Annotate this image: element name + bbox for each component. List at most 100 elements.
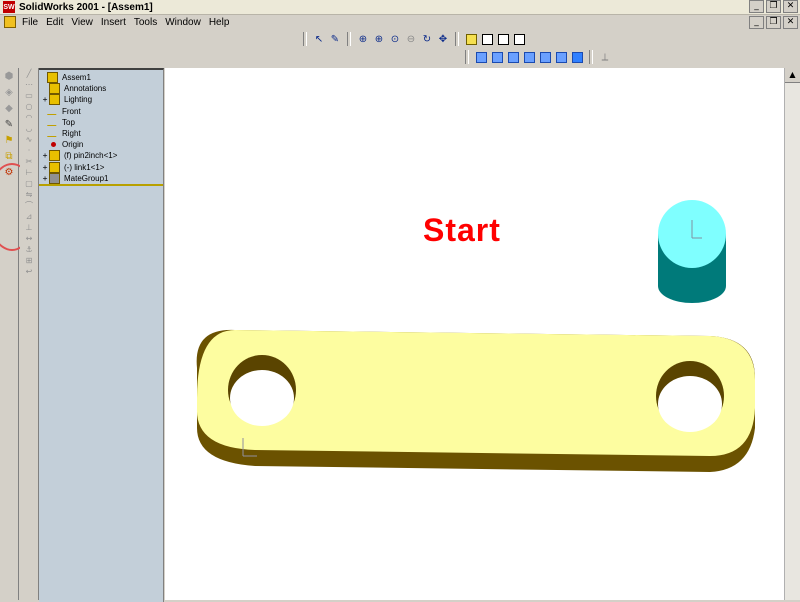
wireframe-cube-icon[interactable] xyxy=(480,32,494,46)
fix-icon[interactable]: ⚓ xyxy=(23,245,35,255)
graphics-area[interactable]: Start xyxy=(165,68,785,600)
tree-item[interactable]: Annotations xyxy=(39,83,163,95)
rollback-bar[interactable] xyxy=(39,184,163,186)
view-toolbar: ↖ ✎ ⊕ ⊕ ⊙ ⊖ ↻ ✥ xyxy=(300,31,526,47)
tree-item-label: (f) pin2inch<1> xyxy=(64,151,118,161)
back-view-icon[interactable] xyxy=(490,50,504,64)
trim-icon[interactable]: ✂ xyxy=(23,157,35,167)
toolbar-separator xyxy=(589,50,593,64)
close-button[interactable]: ✕ xyxy=(783,0,798,13)
tree-item[interactable]: + MateGroup1 xyxy=(39,172,163,184)
menu-view[interactable]: View xyxy=(71,17,93,28)
insert-component-icon[interactable]: ⚑ xyxy=(2,134,16,148)
zoom-prev-icon[interactable]: ⊖ xyxy=(404,32,418,46)
left-view-icon[interactable] xyxy=(506,50,520,64)
tree-expand-toggle[interactable]: + xyxy=(41,151,49,160)
fillet-icon[interactable]: ⌒ xyxy=(23,201,35,211)
tree-item[interactable]: Front xyxy=(39,106,163,117)
zoom-in-icon[interactable]: ⊕ xyxy=(372,32,386,46)
pan-icon[interactable]: ✥ xyxy=(436,32,450,46)
menu-edit[interactable]: Edit xyxy=(46,17,63,28)
tree-item-label: Top xyxy=(62,117,75,127)
tree-expand-toggle[interactable]: + xyxy=(41,174,49,183)
right-view-icon[interactable] xyxy=(522,50,536,64)
isometric-view-icon[interactable] xyxy=(570,50,584,64)
zoom-fit-icon[interactable]: ⊕ xyxy=(356,32,370,46)
scene-svg xyxy=(196,200,756,472)
menu-window[interactable]: Window xyxy=(165,17,201,28)
mate-icon[interactable]: ⧉ xyxy=(2,150,16,164)
grid-icon[interactable]: ⊞ xyxy=(23,256,35,266)
tree-expand-toggle[interactable]: + xyxy=(41,163,49,172)
doc-minimize-button[interactable]: _ xyxy=(749,16,764,29)
tree-item[interactable]: + (f) pin2inch<1> xyxy=(39,150,163,162)
normal-to-icon[interactable]: ⟂ xyxy=(598,50,612,64)
chamfer-icon[interactable]: ⊿ xyxy=(23,212,35,222)
left-hole-opening xyxy=(230,370,294,426)
select-icon[interactable]: ↖ xyxy=(312,32,326,46)
edit-part-icon[interactable]: ✎ xyxy=(2,118,16,132)
rotate-icon[interactable]: ↻ xyxy=(420,32,434,46)
features-toolbar: ⬢ ◈ ◆ ✎ ⚑ ⧉ ⚙ xyxy=(0,68,38,600)
cut-icon[interactable]: ◆ xyxy=(2,102,16,116)
vertical-scrollbar[interactable]: ▲ xyxy=(784,68,800,600)
spline-icon[interactable]: ∿ xyxy=(23,135,35,145)
tree-item-label: Origin xyxy=(62,140,84,150)
mirror-icon[interactable]: ⇋ xyxy=(23,190,35,200)
tree-expand-toggle[interactable]: + xyxy=(41,95,49,104)
point-icon[interactable]: · xyxy=(23,146,35,156)
toolbar-separator xyxy=(455,32,459,46)
tree-item-label: Lighting xyxy=(64,95,93,105)
start-caption: Start xyxy=(423,212,501,248)
toolbar-separator xyxy=(347,32,351,46)
dimension-icon[interactable]: ↔ xyxy=(23,234,35,244)
tree-item[interactable]: + Lighting xyxy=(39,94,163,106)
toolbar-separator xyxy=(303,32,307,46)
hidden-removed-cube-icon[interactable] xyxy=(512,32,526,46)
menu-file[interactable]: File xyxy=(22,17,38,28)
scroll-up-arrow-icon[interactable]: ▲ xyxy=(785,68,800,83)
tree-item-label: Annotations xyxy=(64,84,107,94)
line-icon[interactable]: ╱ xyxy=(23,69,35,79)
menu-help[interactable]: Help xyxy=(209,17,230,28)
shaded-cube-icon[interactable] xyxy=(464,32,478,46)
tree-item[interactable]: Right xyxy=(39,128,163,139)
tree-item-label: (-) link1<1> xyxy=(64,162,105,172)
tree-item[interactable]: Origin xyxy=(39,139,163,150)
tree-item[interactable]: + (-) link1<1> xyxy=(39,161,163,173)
feature-manager-tree: Assem1 Annotations + Lighting Front Top Right O… xyxy=(39,68,164,602)
arc-icon[interactable]: ◠ xyxy=(23,113,35,123)
tangent-arc-icon[interactable]: ◡ xyxy=(23,124,35,134)
bottom-view-icon[interactable] xyxy=(554,50,568,64)
extend-icon[interactable]: ⊢ xyxy=(23,168,35,178)
centerline-icon[interactable]: ⋯ xyxy=(23,80,35,90)
sketch-toolbar: ╱ ⋯ ▭ ○ ◠ ◡ ∿ · ✂ ⊢ ▢ ⇋ ⌒ ⊿ ⊥ ↔ ⚓ ⊞ ↩ xyxy=(20,68,39,600)
sketch-icon[interactable]: ✎ xyxy=(328,32,342,46)
doc-close-button[interactable]: ✕ xyxy=(783,16,798,29)
circle-icon[interactable]: ○ xyxy=(23,102,35,112)
part-icon xyxy=(49,150,60,162)
zoom-area-icon[interactable]: ⊙ xyxy=(388,32,402,46)
front-view-icon[interactable] xyxy=(474,50,488,64)
minimize-button[interactable]: _ xyxy=(749,0,764,13)
mategroup-icon xyxy=(49,172,60,184)
right-hole-opening xyxy=(658,376,722,432)
document-icon[interactable] xyxy=(4,16,16,28)
tree-item[interactable]: Top xyxy=(39,117,163,128)
menu-insert[interactable]: Insert xyxy=(101,17,126,28)
hidden-lines-cube-icon[interactable] xyxy=(496,32,510,46)
sketch-exit-icon[interactable]: ↩ xyxy=(23,267,35,277)
rectangle-icon[interactable]: ▭ xyxy=(23,91,35,101)
tree-item[interactable]: Assem1 xyxy=(39,72,163,84)
doc-restore-button[interactable]: ❐ xyxy=(766,16,781,29)
relations-icon[interactable]: ⊥ xyxy=(23,223,35,233)
revolve-icon[interactable]: ◈ xyxy=(2,86,16,100)
maximize-button[interactable]: ❐ xyxy=(766,0,781,13)
offset-icon[interactable]: ▢ xyxy=(23,179,35,189)
solidworks-app-icon[interactable]: SW xyxy=(3,1,15,13)
top-view-icon[interactable] xyxy=(538,50,552,64)
toolbar-separator xyxy=(465,50,469,64)
menu-tools[interactable]: Tools xyxy=(134,17,157,28)
extrude-icon[interactable]: ⬢ xyxy=(2,70,16,84)
origin-icon xyxy=(51,142,56,148)
